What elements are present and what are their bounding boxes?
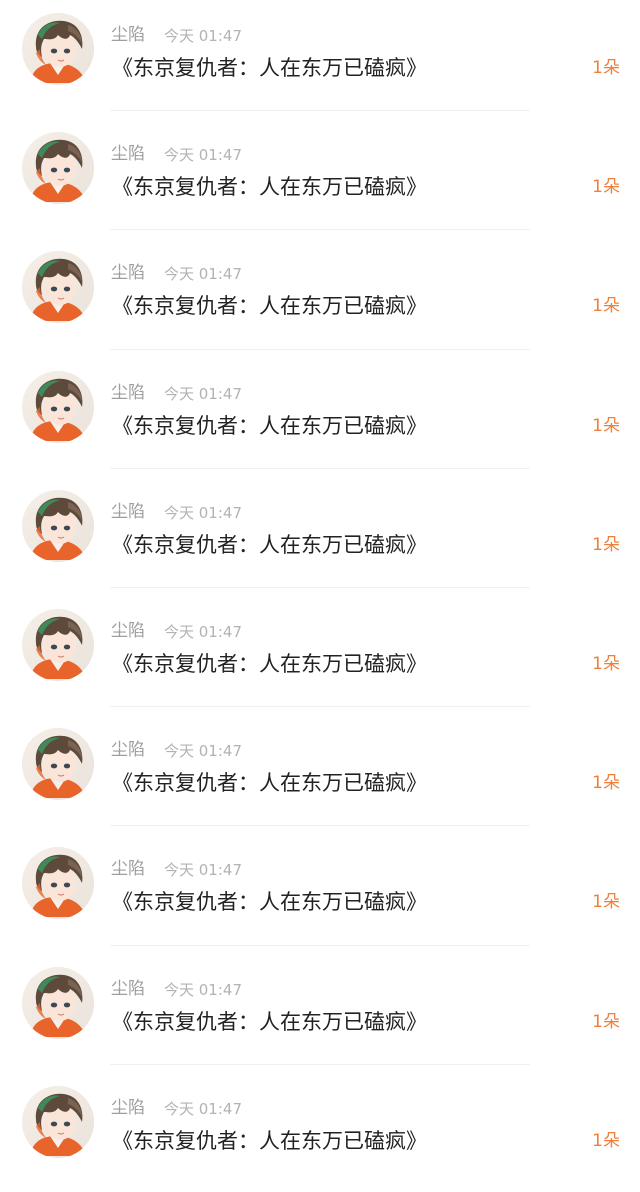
flower-count: 1朵 [592, 1130, 620, 1151]
gift-record-list: 尘陷 今天 01:47 《东京复仇者：人在东万已磕疯》 1朵 尘陷 今天 01:… [0, 0, 640, 1180]
anime-boy-avatar-icon [22, 370, 94, 443]
avatar[interactable] [22, 608, 94, 681]
list-item[interactable]: 尘陷 今天 01:47 《东京复仇者：人在东万已磕疯》 1朵 [0, 238, 640, 357]
username[interactable]: 尘陷 [111, 501, 145, 523]
username[interactable]: 尘陷 [111, 143, 145, 165]
flower-count: 1朵 [592, 177, 620, 198]
username[interactable]: 尘陷 [111, 858, 145, 880]
divider [110, 825, 530, 827]
avatar[interactable] [22, 1085, 94, 1158]
book-title[interactable]: 《东京复仇者：人在东万已磕疯》 [112, 769, 427, 797]
flower-count: 1朵 [592, 1011, 620, 1032]
anime-boy-avatar-icon [22, 966, 94, 1039]
divider [110, 706, 530, 708]
flower-count: 1朵 [592, 534, 620, 555]
username[interactable]: 尘陷 [111, 978, 145, 1000]
list-item[interactable]: 尘陷 今天 01:47 《东京复仇者：人在东万已磕疯》 1朵 [0, 1073, 640, 1192]
anime-boy-avatar-icon [22, 1085, 94, 1158]
flower-count: 1朵 [592, 892, 620, 913]
username[interactable]: 尘陷 [111, 739, 145, 761]
username[interactable]: 尘陷 [111, 382, 145, 404]
flower-count: 1朵 [592, 415, 620, 436]
book-title[interactable]: 《东京复仇者：人在东万已磕疯》 [112, 1127, 427, 1155]
divider [110, 110, 530, 112]
avatar[interactable] [22, 370, 94, 443]
flower-count: 1朵 [592, 296, 620, 317]
username[interactable]: 尘陷 [111, 620, 145, 642]
username[interactable]: 尘陷 [111, 262, 145, 284]
timestamp: 今天 01:47 [164, 1099, 242, 1118]
list-item[interactable]: 尘陷 今天 01:47 《东京复仇者：人在东万已磕疯》 1朵 [0, 119, 640, 238]
list-item[interactable]: 尘陷 今天 01:47 《东京复仇者：人在东万已磕疯》 1朵 [0, 834, 640, 953]
list-item[interactable]: 尘陷 今天 01:47 《东京复仇者：人在东万已磕疯》 1朵 [0, 477, 640, 596]
avatar[interactable] [22, 251, 94, 324]
divider [110, 944, 530, 946]
list-item[interactable]: 尘陷 今天 01:47 《东京复仇者：人在东万已磕疯》 1朵 [0, 0, 640, 119]
divider [110, 1063, 530, 1065]
book-title[interactable]: 《东京复仇者：人在东万已磕疯》 [112, 650, 427, 678]
username[interactable]: 尘陷 [111, 1097, 145, 1119]
divider [110, 586, 530, 588]
avatar[interactable] [22, 966, 94, 1039]
timestamp: 今天 01:47 [164, 503, 242, 522]
book-title[interactable]: 《东京复仇者：人在东万已磕疯》 [112, 531, 427, 559]
list-item[interactable]: 尘陷 今天 01:47 《东京复仇者：人在东万已磕疯》 1朵 [0, 596, 640, 715]
username[interactable]: 尘陷 [111, 24, 145, 46]
book-title[interactable]: 《东京复仇者：人在东万已磕疯》 [112, 888, 427, 916]
anime-boy-avatar-icon [22, 251, 94, 324]
anime-boy-avatar-icon [22, 728, 94, 801]
timestamp: 今天 01:47 [164, 622, 242, 641]
timestamp: 今天 01:47 [164, 742, 242, 761]
anime-boy-avatar-icon [22, 13, 94, 85]
flower-count: 1朵 [592, 653, 620, 674]
timestamp: 今天 01:47 [164, 980, 242, 999]
book-title[interactable]: 《东京复仇者：人在东万已磕疯》 [112, 173, 427, 201]
flower-count: 1朵 [592, 58, 620, 78]
list-item[interactable]: 尘陷 今天 01:47 《东京复仇者：人在东万已磕疯》 1朵 [0, 715, 640, 834]
book-title[interactable]: 《东京复仇者：人在东万已磕疯》 [112, 1008, 427, 1036]
timestamp: 今天 01:47 [164, 27, 242, 45]
divider [110, 229, 530, 231]
divider [110, 348, 530, 350]
anime-boy-avatar-icon [22, 132, 94, 205]
book-title[interactable]: 《东京复仇者：人在东万已磕疯》 [112, 292, 427, 320]
book-title[interactable]: 《东京复仇者：人在东万已磕疯》 [112, 54, 427, 82]
timestamp: 今天 01:47 [164, 384, 242, 403]
anime-boy-avatar-icon [22, 489, 94, 562]
list-item[interactable]: 尘陷 今天 01:47 《东京复仇者：人在东万已磕疯》 1朵 [0, 954, 640, 1073]
list-item[interactable]: 尘陷 今天 01:47 《东京复仇者：人在东万已磕疯》 1朵 [0, 358, 640, 477]
divider [110, 467, 530, 469]
avatar[interactable] [22, 489, 94, 562]
avatar[interactable] [22, 728, 94, 801]
flower-count: 1朵 [592, 773, 620, 794]
anime-boy-avatar-icon [22, 608, 94, 681]
timestamp: 今天 01:47 [164, 861, 242, 880]
avatar[interactable] [22, 132, 94, 205]
avatar[interactable] [22, 847, 94, 920]
anime-boy-avatar-icon [22, 847, 94, 920]
avatar[interactable] [22, 13, 94, 85]
timestamp: 今天 01:47 [164, 265, 242, 284]
book-title[interactable]: 《东京复仇者：人在东万已磕疯》 [112, 412, 427, 440]
timestamp: 今天 01:47 [164, 146, 242, 165]
